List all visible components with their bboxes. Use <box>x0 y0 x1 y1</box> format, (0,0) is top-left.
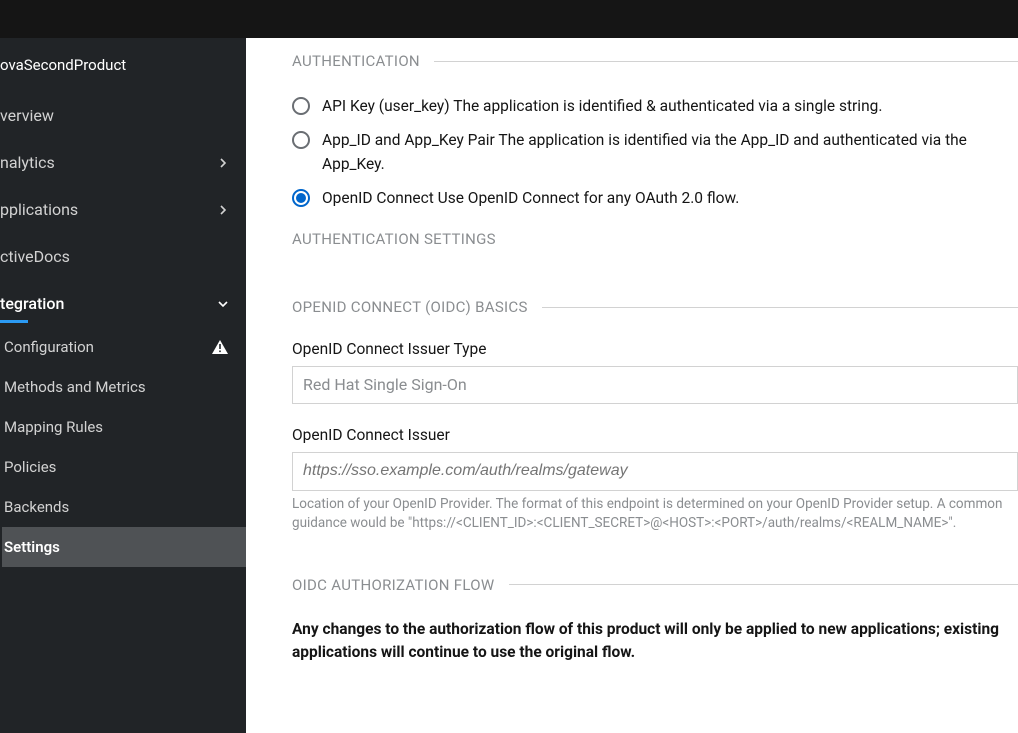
sidebar-subitem-label: Methods and Metrics <box>4 378 146 396</box>
chevron-right-icon <box>218 205 228 215</box>
main-content: AUTHENTICATION API Key (user_key) The ap… <box>246 38 1018 733</box>
issuer-label: OpenID Connect Issuer <box>292 426 1018 444</box>
issuer-type-select[interactable]: Red Hat Single Sign-On <box>292 366 1018 404</box>
sidebar-subitem-mapping-rules[interactable]: Mapping Rules <box>2 407 246 447</box>
section-heading-label: OPENID CONNECT (OIDC) BASICS <box>292 298 528 316</box>
oidc-flow-heading: OIDC AUTHORIZATION FLOW <box>292 576 1018 594</box>
sidebar-item-activedocs[interactable]: ctiveDocs <box>0 233 246 280</box>
divider <box>509 584 1018 585</box>
radio-label: App_ID and App_Key Pair The application … <box>322 128 1018 176</box>
sidebar: ovaSecondProduct verview nalytics pplica… <box>0 38 246 733</box>
sidebar-item-label: ctiveDocs <box>0 247 70 266</box>
sidebar-subitem-label: Settings <box>4 538 60 556</box>
divider <box>434 61 1018 62</box>
product-name: ovaSecondProduct <box>0 38 246 92</box>
authentication-heading: AUTHENTICATION <box>292 52 1018 70</box>
section-heading-label: AUTHENTICATION <box>292 52 420 70</box>
sidebar-item-label: tegration <box>0 294 64 313</box>
oidc-basics-heading: OPENID CONNECT (OIDC) BASICS <box>292 298 1018 316</box>
sidebar-subitem-methods-metrics[interactable]: Methods and Metrics <box>2 367 246 407</box>
chevron-down-icon <box>218 299 228 309</box>
sidebar-subitem-label: Policies <box>4 458 56 476</box>
sidebar-item-integration[interactable]: tegration <box>0 280 246 327</box>
issuer-help-text: Location of your OpenID Provider. The fo… <box>292 495 1018 534</box>
chevron-right-icon <box>218 158 228 168</box>
warning-icon <box>212 340 228 354</box>
flow-change-note: Any changes to the authorization flow of… <box>292 618 1018 665</box>
radio-label: API Key (user_key) The application is id… <box>322 94 1018 118</box>
sidebar-subitem-backends[interactable]: Backends <box>2 487 246 527</box>
section-heading-label: OIDC AUTHORIZATION FLOW <box>292 576 495 594</box>
sidebar-item-label: nalytics <box>0 153 55 172</box>
integration-submenu: Configuration Methods and Metrics Mappin… <box>0 327 246 567</box>
radio-label: OpenID Connect Use OpenID Connect for an… <box>322 186 1018 210</box>
sidebar-item-applications[interactable]: pplications <box>0 186 246 233</box>
sidebar-subitem-label: Mapping Rules <box>4 418 103 436</box>
auth-option-appid-appkey[interactable]: App_ID and App_Key Pair The application … <box>292 128 1018 176</box>
sidebar-subitem-settings[interactable]: Settings <box>2 527 246 567</box>
auth-option-api-key[interactable]: API Key (user_key) The application is id… <box>292 94 1018 118</box>
radio-icon[interactable] <box>292 97 310 115</box>
radio-icon[interactable] <box>292 189 310 207</box>
sidebar-item-label: verview <box>0 106 54 125</box>
radio-icon[interactable] <box>292 131 310 149</box>
auth-settings-heading: AUTHENTICATION SETTINGS <box>292 230 1018 248</box>
top-bar <box>0 0 1018 38</box>
issuer-input[interactable] <box>292 452 1018 490</box>
sidebar-item-label: pplications <box>0 200 78 219</box>
issuer-type-label: OpenID Connect Issuer Type <box>292 340 1018 358</box>
authentication-radio-group: API Key (user_key) The application is id… <box>292 94 1018 210</box>
auth-option-openid-connect[interactable]: OpenID Connect Use OpenID Connect for an… <box>292 186 1018 210</box>
sidebar-item-overview[interactable]: verview <box>0 92 246 139</box>
divider <box>542 307 1018 308</box>
sidebar-item-analytics[interactable]: nalytics <box>0 139 246 186</box>
sidebar-subitem-policies[interactable]: Policies <box>2 447 246 487</box>
sidebar-subitem-label: Backends <box>4 498 69 516</box>
sidebar-subitem-label: Configuration <box>4 338 94 356</box>
sidebar-subitem-configuration[interactable]: Configuration <box>2 327 246 367</box>
